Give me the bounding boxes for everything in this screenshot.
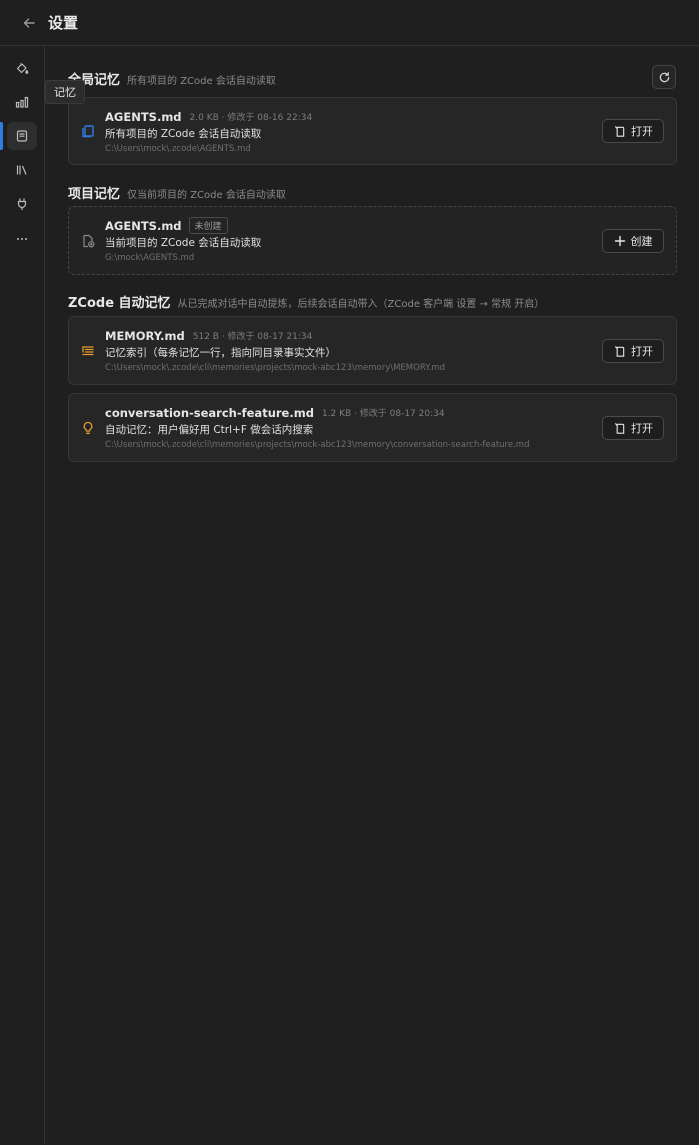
section-title: ZCode 自动记忆 — [68, 296, 171, 311]
card-body: AGENTS.md 未创建 当前项目的 ZCode 会话自动读取 G:\mock… — [105, 217, 262, 263]
sidebar-item-memory[interactable] — [7, 122, 37, 150]
section-desc: 仅当前项目的 ZCode 会话自动读取 — [127, 190, 286, 201]
global-memory-card: AGENTS.md 2.0 KB · 修改于 08-16 22:34 所有项目的… — [68, 97, 677, 165]
file-meta: 512 B · 修改于 08-17 21:34 — [192, 332, 313, 342]
back-button[interactable] — [18, 12, 40, 34]
page-title: 设置 — [48, 14, 79, 32]
file-icon-wrap — [81, 421, 95, 435]
file-desc: 自动记忆：用户偏好用 Ctrl+F 做会话内搜索 — [105, 424, 314, 436]
file-meta: 1.2 KB · 修改于 08-17 20:34 — [321, 409, 445, 419]
create-button[interactable]: 创建 — [602, 229, 664, 253]
open-file-icon — [614, 125, 625, 137]
arrow-left-icon — [23, 17, 35, 28]
global-memory-header: 全局记忆 所有项目的 ZCode 会话自动读取 — [68, 69, 276, 88]
open-file-icon — [614, 345, 625, 357]
sidebar-item-more[interactable] — [7, 224, 37, 252]
sidebar-tooltip: 记忆 — [45, 80, 85, 104]
sidebar — [0, 46, 45, 1145]
memory-icon — [16, 130, 28, 142]
sidebar-item-appearance[interactable] — [7, 54, 37, 82]
section-desc: 所有项目的 ZCode 会话自动读取 — [127, 76, 276, 87]
file-name: conversation-search-feature.md — [105, 405, 314, 420]
file-path: G:\mock\AGENTS.md — [105, 253, 195, 263]
open-file-icon — [614, 422, 625, 434]
file-icon-wrap — [81, 124, 95, 138]
bar-chart-icon — [15, 96, 29, 108]
file-name: AGENTS.md — [105, 109, 182, 124]
open-button[interactable]: 打开 — [602, 119, 664, 143]
open-button[interactable]: 打开 — [602, 339, 664, 363]
open-button-label: 打开 — [631, 125, 653, 138]
refresh-button[interactable] — [652, 65, 676, 89]
file-desc: 所有项目的 ZCode 会话自动读取 — [105, 128, 262, 140]
auto-memory-card: conversation-search-feature.md 1.2 KB · … — [68, 393, 677, 462]
status-badge: 未创建 — [188, 217, 228, 234]
list-index-icon — [82, 346, 94, 356]
card-body: AGENTS.md 2.0 KB · 修改于 08-16 22:34 所有项目的… — [105, 109, 313, 155]
section-desc: 从已完成对话中自动提炼，后续会话自动带入（ZCode 客户端 设置 → 常规 开… — [177, 299, 545, 310]
file-icon-wrap — [81, 234, 95, 248]
sidebar-item-usage[interactable] — [7, 88, 37, 116]
open-button-label: 打开 — [631, 422, 653, 435]
library-icon — [16, 165, 27, 175]
sidebar-item-library[interactable] — [7, 156, 37, 184]
auto-memory-header: ZCode 自动记忆 从已完成对话中自动提炼，后续会话自动带入（ZCode 客户… — [68, 292, 544, 311]
card-body: conversation-search-feature.md 1.2 KB · … — [105, 405, 530, 451]
more-icon — [17, 238, 27, 240]
file-meta: 2.0 KB · 修改于 08-16 22:34 — [189, 113, 313, 123]
project-memory-header: 项目记忆 仅当前项目的 ZCode 会话自动读取 — [68, 183, 286, 202]
paint-bucket-icon — [16, 63, 29, 74]
refresh-icon — [659, 71, 669, 82]
plug-icon — [17, 198, 27, 211]
file-name: MEMORY.md — [105, 328, 185, 343]
header: 设置 — [0, 0, 699, 46]
file-path: C:\Users\mock\.zcode\cli\memories\projec… — [105, 363, 446, 373]
auto-memory-card: MEMORY.md 512 B · 修改于 08-17 21:34 记忆索引（每… — [68, 316, 677, 385]
create-button-label: 创建 — [630, 235, 653, 248]
settings-window: 设置 记忆 全局记忆 所有项目的 ZCode 会话自动读取 AGENTS.md … — [0, 0, 699, 1145]
card-body: MEMORY.md 512 B · 修改于 08-17 21:34 记忆索引（每… — [105, 328, 446, 374]
lightbulb-icon — [83, 421, 93, 434]
main-content: 全局记忆 所有项目的 ZCode 会话自动读取 AGENTS.md 2.0 KB… — [45, 46, 699, 1145]
file-name: AGENTS.md — [105, 218, 182, 233]
file-desc: 当前项目的 ZCode 会话自动读取 — [105, 237, 262, 249]
file-path: C:\Users\mock\.zcode\cli\memories\projec… — [105, 440, 530, 450]
active-indicator — [0, 122, 3, 150]
sidebar-item-plugins[interactable] — [7, 190, 37, 218]
open-button-label: 打开 — [631, 345, 653, 358]
project-memory-card: AGENTS.md 未创建 当前项目的 ZCode 会话自动读取 G:\mock… — [68, 206, 677, 275]
open-button[interactable]: 打开 — [602, 416, 664, 440]
file-path: C:\Users\mock\.zcode\AGENTS.md — [105, 144, 251, 154]
document-blue-icon — [82, 125, 94, 138]
plus-icon — [614, 235, 625, 247]
section-title: 项目记忆 — [68, 187, 121, 202]
file-icon-wrap — [81, 344, 95, 358]
file-desc: 记忆索引（每条记忆一行，指向同目录事实文件） — [105, 347, 336, 359]
file-add-icon — [83, 234, 95, 248]
